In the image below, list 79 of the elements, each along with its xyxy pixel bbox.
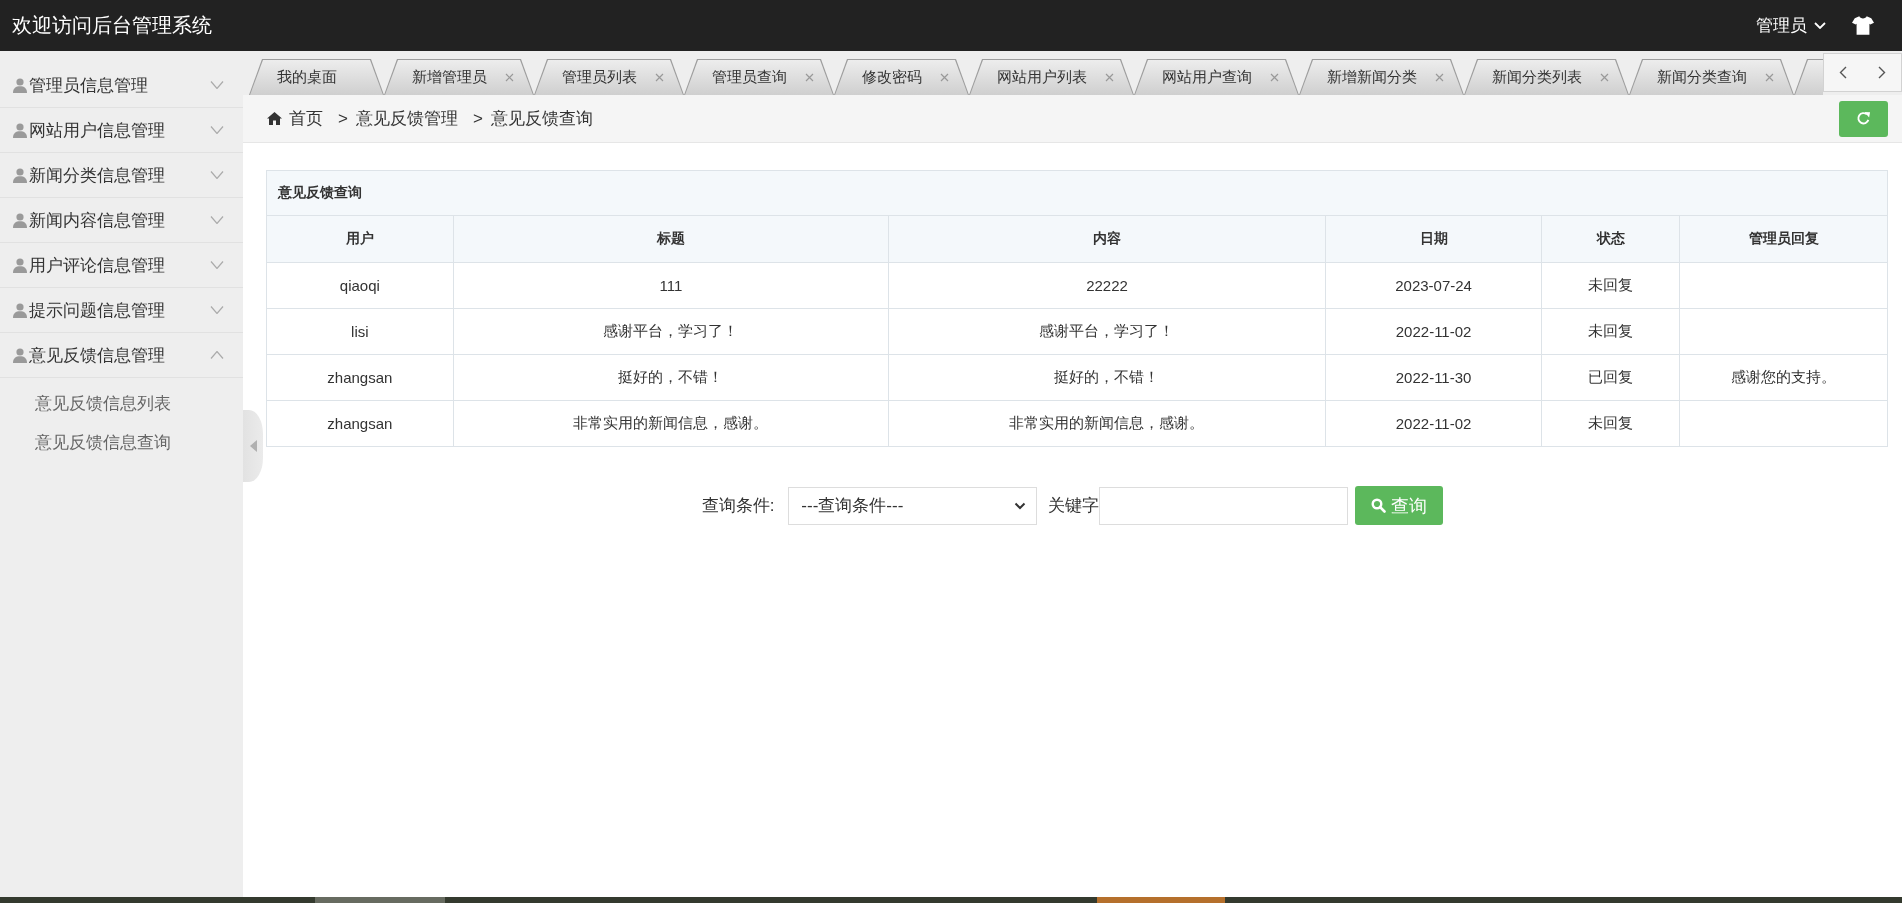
close-icon[interactable] (940, 73, 949, 82)
close-icon[interactable] (655, 73, 664, 82)
tab[interactable]: 新增管理员 (384, 59, 534, 95)
user-icon (13, 122, 27, 138)
close-icon[interactable] (1600, 73, 1609, 82)
site-title: 欢迎访问后台管理系统 (12, 13, 212, 38)
sidebar-subitem[interactable]: 意见反馈信息查询 (35, 423, 171, 462)
tab[interactable] (1794, 59, 1823, 95)
keyword-label: 关键字 (1048, 495, 1100, 517)
refresh-icon (1856, 111, 1871, 126)
tab[interactable]: 管理员列表 (534, 59, 684, 95)
user-icon (13, 347, 27, 363)
tab[interactable]: 网站用户查询 (1134, 59, 1299, 95)
search-icon (1371, 498, 1387, 513)
table-cell: 已回复 (1541, 354, 1680, 400)
table-cell: 感谢平台，学习了！ (453, 308, 889, 354)
user-icon (13, 257, 27, 273)
refresh-button[interactable] (1839, 100, 1888, 137)
table-cell: 感谢平台，学习了！ (888, 308, 1326, 354)
tab[interactable]: 网站用户列表 (969, 59, 1134, 95)
breadcrumb-separator: > (338, 108, 348, 129)
caret-left-icon (249, 440, 257, 452)
column-header: 状态 (1541, 216, 1680, 262)
table-cell: qiaoqi (267, 262, 454, 308)
close-icon[interactable] (1765, 73, 1774, 82)
tab[interactable]: 管理员查询 (684, 59, 834, 95)
close-icon[interactable] (1270, 73, 1279, 82)
tab[interactable]: 我的桌面 (249, 59, 384, 95)
table-cell: 未回复 (1541, 262, 1680, 308)
user-icon (13, 167, 27, 183)
sidebar-collapse-handle[interactable] (243, 410, 263, 482)
table-cell: 2023-07-24 (1325, 262, 1542, 308)
column-header: 标题 (453, 216, 889, 262)
table-cell: 22222 (888, 262, 1326, 308)
table-cell: 未回复 (1541, 308, 1680, 354)
user-icon (13, 302, 27, 318)
table-cell: 未回复 (1541, 400, 1680, 446)
tab[interactable]: 新闻分类查询 (1629, 59, 1794, 95)
table-cell: zhangsan (267, 354, 454, 400)
chevron-down-icon (1014, 501, 1027, 510)
condition-label: 查询条件: (701, 495, 775, 517)
close-icon[interactable] (505, 73, 514, 82)
column-header: 用户 (267, 216, 454, 262)
user-menu[interactable]: 管理员 (1756, 14, 1826, 37)
table-cell: 2022-11-30 (1325, 354, 1542, 400)
breadcrumb-separator: > (472, 108, 483, 129)
sidebar-subitem[interactable]: 意见反馈信息列表 (35, 384, 171, 423)
table-cell: 挺好的，不错！ (888, 354, 1326, 400)
close-icon[interactable] (1105, 73, 1114, 82)
table-cell: 非常实用的新闻信息，感谢。 (453, 400, 889, 446)
table-cell: 感谢您的支持。 (1679, 354, 1887, 400)
chevron-right-icon[interactable] (1877, 66, 1886, 79)
table-cell: 111 (453, 262, 889, 308)
table-cell: 挺好的，不错！ (453, 354, 889, 400)
chevron-left-icon[interactable] (1839, 66, 1848, 79)
table-cell: 2022-11-02 (1325, 308, 1542, 354)
column-header: 日期 (1325, 216, 1542, 262)
breadcrumb-current: 意见反馈查询 (490, 108, 593, 130)
shirt-icon[interactable] (1852, 16, 1874, 35)
close-icon[interactable] (1435, 73, 1444, 82)
tab[interactable]: 新增新闻分类 (1299, 59, 1464, 95)
home-icon[interactable] (267, 112, 282, 125)
user-icon (13, 212, 27, 228)
chevron-down-icon (1814, 22, 1826, 29)
close-icon[interactable] (805, 73, 814, 82)
breadcrumb-link[interactable]: 首页 (289, 107, 323, 130)
table-cell: 非常实用的新闻信息，感谢。 (888, 400, 1326, 446)
table-cell: lisi (267, 308, 454, 354)
breadcrumb-link[interactable]: 意见反馈管理 (355, 107, 458, 130)
column-header: 内容 (888, 216, 1326, 262)
user-icon (13, 77, 27, 93)
panel-title: 意见反馈查询 (267, 171, 1887, 216)
condition-select[interactable]: ---查询条件--- (788, 486, 1038, 525)
column-header: 管理员回复 (1679, 216, 1887, 262)
tab[interactable]: 新闻分类列表 (1464, 59, 1629, 95)
tab[interactable]: 修改密码 (834, 59, 969, 95)
keyword-input[interactable] (1099, 486, 1349, 525)
table-cell: zhangsan (267, 400, 454, 446)
table-cell: 2022-11-02 (1325, 400, 1542, 446)
